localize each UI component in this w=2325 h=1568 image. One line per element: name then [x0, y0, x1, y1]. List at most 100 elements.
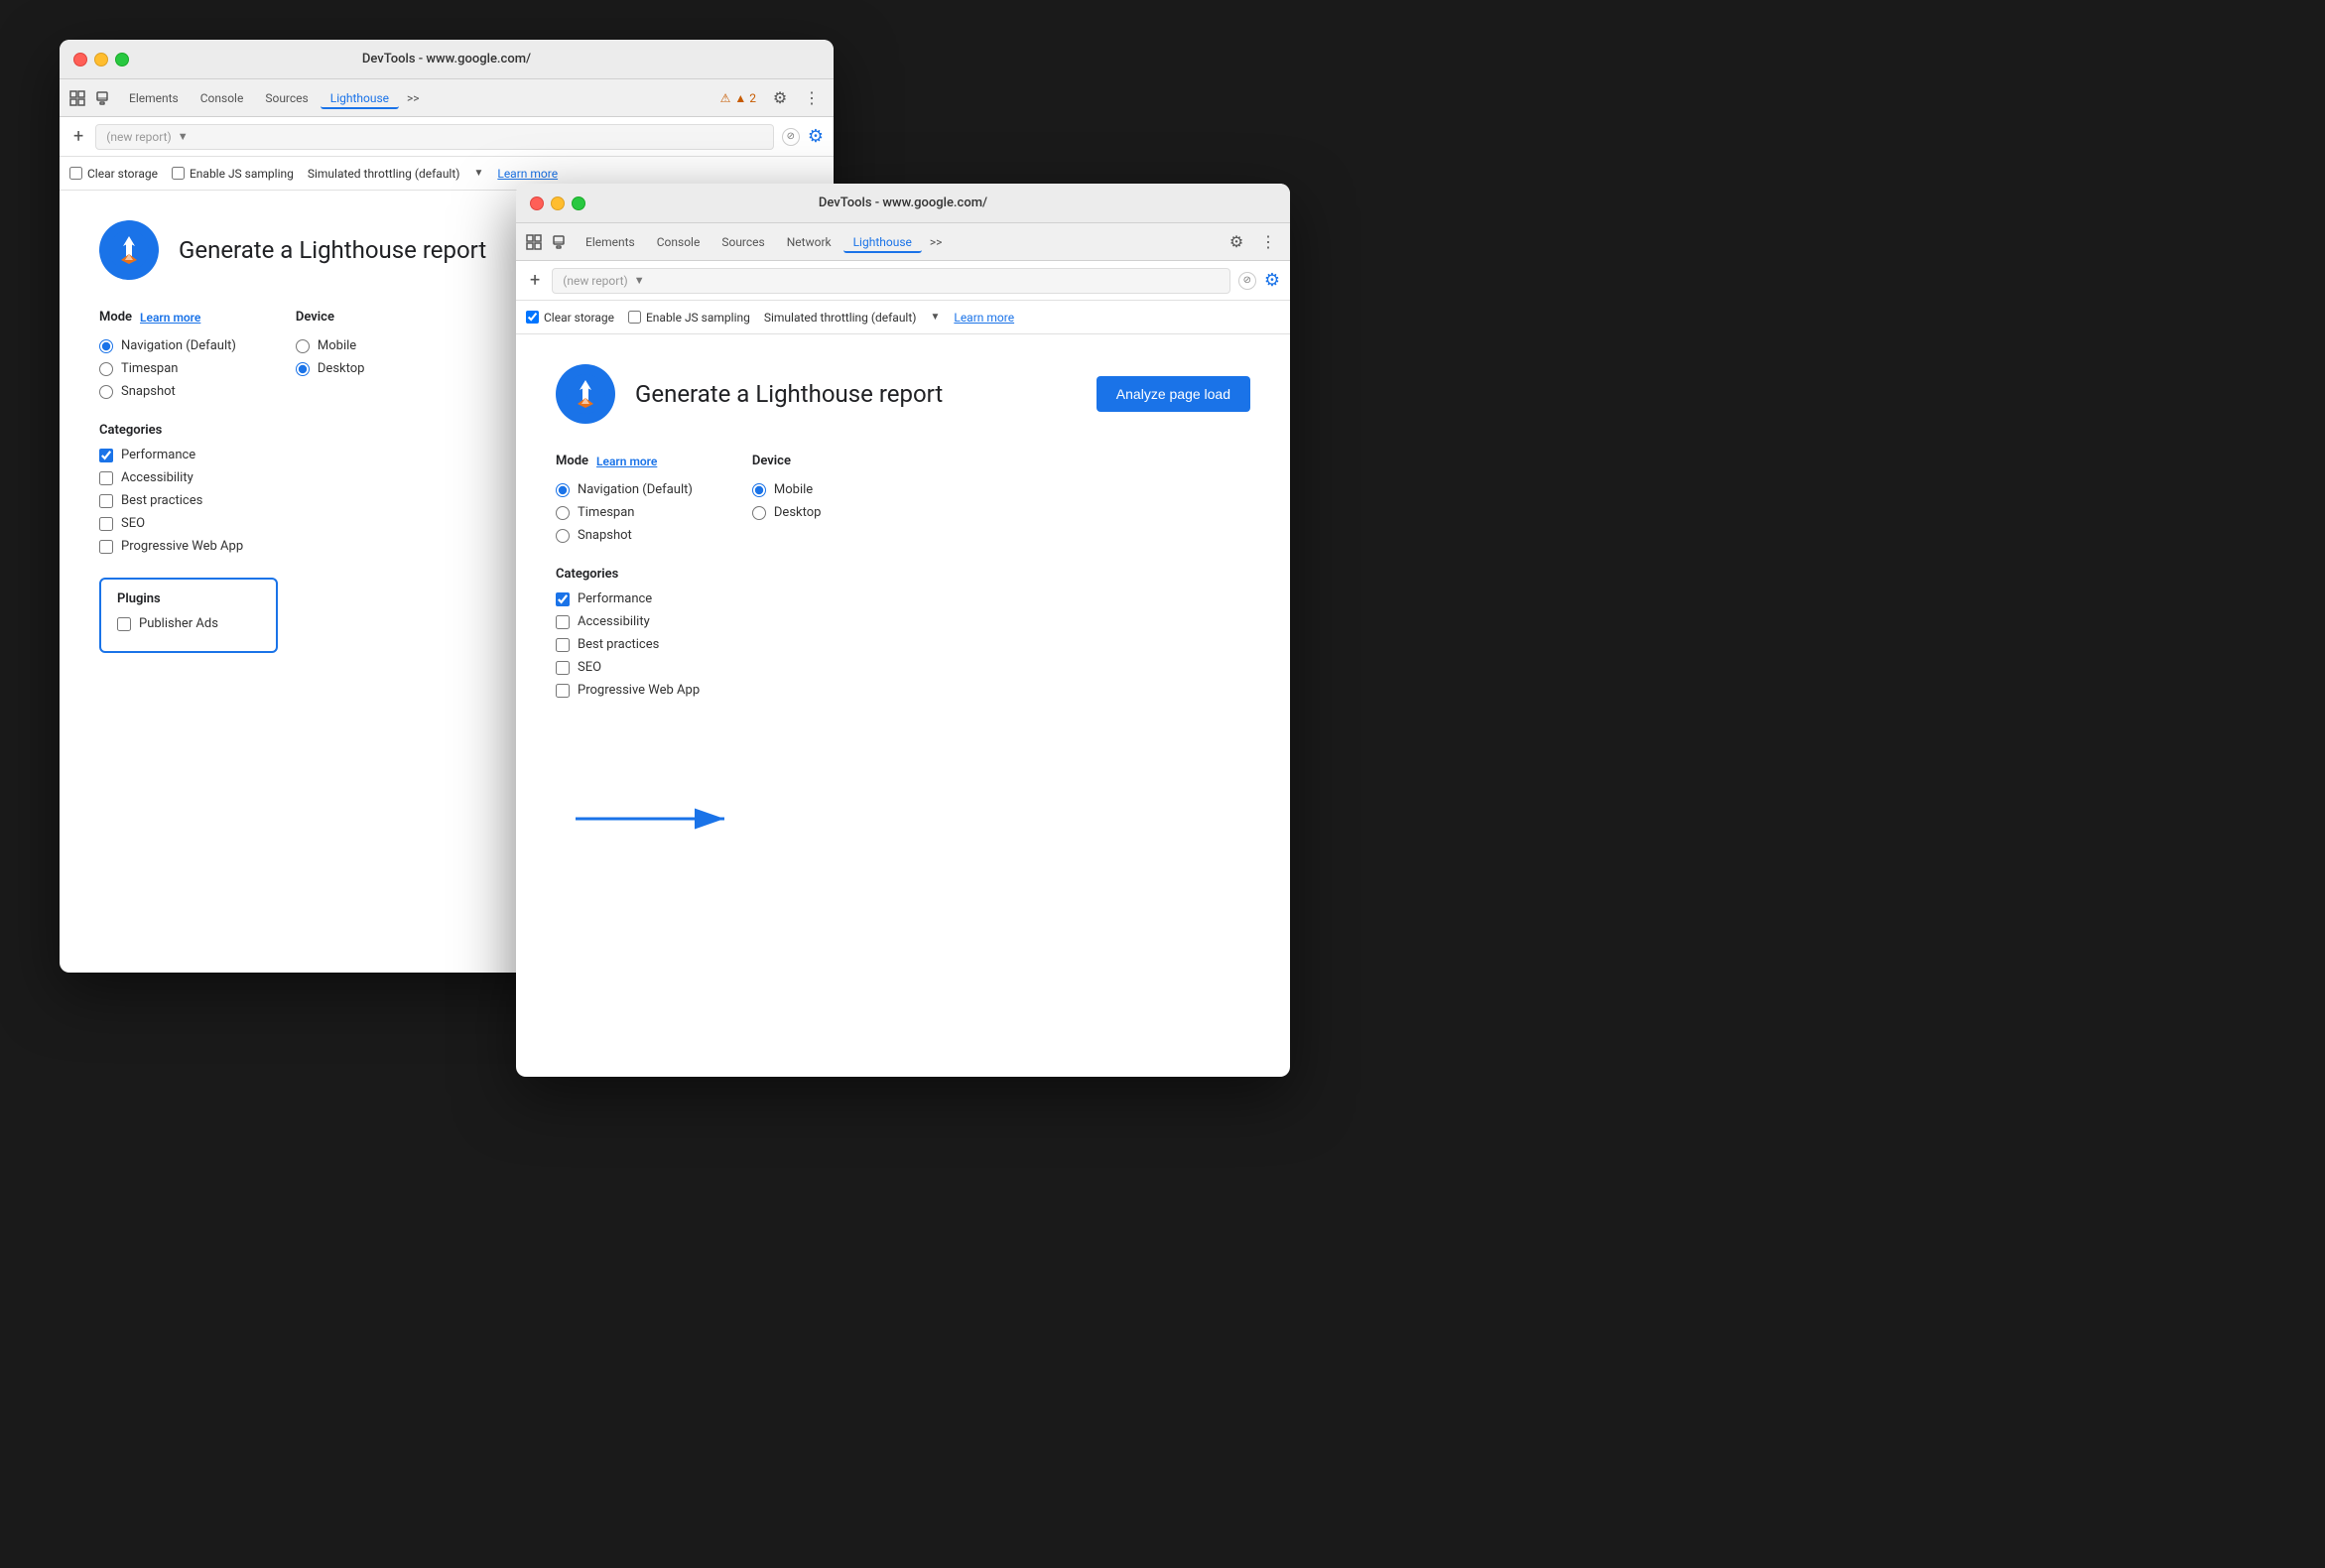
more-icon-2[interactable]: ⋮ [1254, 228, 1282, 256]
throttling-text-1: Simulated throttling (default) [308, 167, 460, 181]
tab-console-1[interactable]: Console [191, 87, 254, 109]
plugin-publisher-ads-1[interactable]: Publisher Ads [117, 616, 260, 631]
mode-learn-more-1[interactable]: Learn more [140, 311, 200, 325]
devtools-window-2: DevTools - www.google.com/ Elements Cons… [516, 184, 1290, 1077]
device-mobile-1[interactable]: Mobile [296, 338, 365, 353]
mode-snapshot-2[interactable]: Snapshot [556, 528, 693, 543]
cat-pwa-2[interactable]: Progressive Web App [556, 683, 1250, 698]
clear-storage-checkbox-2[interactable] [526, 311, 539, 324]
cat-seo-checkbox-2[interactable] [556, 661, 570, 675]
gear-icon-1[interactable]: ⚙ [808, 126, 824, 147]
gear-icon-2[interactable]: ⚙ [1264, 270, 1280, 291]
dropdown-arrow-1: ▼ [178, 130, 189, 143]
tab-more-2[interactable]: >> [924, 231, 949, 253]
cat-pwa-checkbox-1[interactable] [99, 540, 113, 554]
cat-performance-checkbox-2[interactable] [556, 592, 570, 606]
window-title-2: DevTools - www.google.com/ [819, 196, 987, 210]
more-icon-1[interactable]: ⋮ [798, 84, 826, 112]
mode-nav-2[interactable]: Navigation (Default) [556, 482, 693, 497]
inspect-icon-1[interactable] [67, 88, 87, 108]
clear-report-btn-1[interactable]: ⊘ [782, 128, 800, 146]
cat-best-practices-2[interactable]: Best practices [556, 637, 1250, 652]
enable-js-label-1[interactable]: Enable JS sampling [172, 167, 294, 181]
device-desktop-radio-2[interactable] [752, 506, 766, 520]
warning-icon-1: ⚠ [720, 91, 731, 105]
throttling-arrow-1[interactable]: ▼ [473, 168, 483, 179]
page-title-2: Generate a Lighthouse report [635, 380, 943, 408]
mode-timespan-radio-2[interactable] [556, 506, 570, 520]
device-icon-1[interactable] [93, 88, 113, 108]
add-report-btn-1[interactable]: + [69, 124, 87, 149]
tab-elements-2[interactable]: Elements [576, 231, 645, 253]
mode-nav-radio-1[interactable] [99, 339, 113, 353]
cat-best-practices-checkbox-1[interactable] [99, 494, 113, 508]
tab-console-2[interactable]: Console [647, 231, 710, 253]
cat-seo-checkbox-1[interactable] [99, 517, 113, 531]
mode-snapshot-radio-1[interactable] [99, 385, 113, 399]
mode-nav-radio-2[interactable] [556, 483, 570, 497]
maximize-button-2[interactable] [572, 196, 585, 210]
dropdown-arrow-2: ▼ [634, 274, 645, 287]
traffic-lights-1 [73, 53, 129, 66]
window-title-1: DevTools - www.google.com/ [362, 52, 531, 66]
inspect-icon-2[interactable] [524, 232, 544, 252]
clear-storage-label-2[interactable]: Clear storage [526, 311, 614, 325]
main-content-2: Generate a Lighthouse report Analyze pag… [516, 334, 1290, 751]
device-desktop-radio-1[interactable] [296, 362, 310, 376]
plugin-publisher-ads-checkbox-1[interactable] [117, 617, 131, 631]
cat-best-practices-checkbox-2[interactable] [556, 638, 570, 652]
mode-timespan-2[interactable]: Timespan [556, 505, 693, 520]
clear-storage-label-1[interactable]: Clear storage [69, 167, 158, 181]
mode-timespan-1[interactable]: Timespan [99, 361, 236, 376]
mode-nav-1[interactable]: Navigation (Default) [99, 338, 236, 353]
tab-sources-2[interactable]: Sources [711, 231, 774, 253]
close-button-1[interactable] [73, 53, 87, 66]
mode-timespan-radio-1[interactable] [99, 362, 113, 376]
cat-accessibility-2[interactable]: Accessibility [556, 614, 1250, 629]
analyze-btn-2[interactable]: Analyze page load [1097, 376, 1250, 412]
report-placeholder-1: (new report) [106, 130, 171, 144]
enable-js-label-2[interactable]: Enable JS sampling [628, 311, 750, 325]
learn-more-link-2[interactable]: Learn more [954, 311, 1014, 325]
throttling-arrow-2[interactable]: ▼ [930, 312, 940, 323]
cat-pwa-checkbox-2[interactable] [556, 684, 570, 698]
settings-icon-1[interactable]: ⚙ [766, 84, 794, 112]
tab-icons-1: ⚙ ⋮ [766, 84, 826, 112]
mode-snapshot-radio-2[interactable] [556, 529, 570, 543]
cat-accessibility-checkbox-1[interactable] [99, 471, 113, 485]
mode-snapshot-1[interactable]: Snapshot [99, 384, 236, 399]
cat-performance-checkbox-1[interactable] [99, 449, 113, 462]
device-icon-2[interactable] [550, 232, 570, 252]
enable-js-checkbox-1[interactable] [172, 167, 185, 180]
tab-network-2[interactable]: Network [777, 231, 841, 253]
close-button-2[interactable] [530, 196, 544, 210]
report-input-1[interactable]: (new report) ▼ [95, 124, 774, 150]
tab-lighthouse-1[interactable]: Lighthouse [321, 87, 399, 109]
minimize-button-1[interactable] [94, 53, 108, 66]
cat-seo-2[interactable]: SEO [556, 660, 1250, 675]
device-desktop-2[interactable]: Desktop [752, 505, 822, 520]
cat-performance-2[interactable]: Performance [556, 591, 1250, 606]
arrow-connector [556, 789, 754, 849]
mode-label-1: Mode Learn more [99, 310, 236, 325]
maximize-button-1[interactable] [115, 53, 129, 66]
device-mobile-radio-2[interactable] [752, 483, 766, 497]
tab-lighthouse-2[interactable]: Lighthouse [843, 231, 922, 253]
mode-learn-more-2[interactable]: Learn more [596, 455, 657, 468]
device-desktop-1[interactable]: Desktop [296, 361, 365, 376]
tab-more-1[interactable]: >> [401, 87, 426, 109]
clear-storage-checkbox-1[interactable] [69, 167, 82, 180]
tab-sources-1[interactable]: Sources [255, 87, 318, 109]
report-input-2[interactable]: (new report) ▼ [552, 268, 1230, 294]
device-mobile-radio-1[interactable] [296, 339, 310, 353]
device-label-2: Device [752, 454, 822, 468]
add-report-btn-2[interactable]: + [526, 268, 544, 293]
learn-more-link-1[interactable]: Learn more [497, 167, 558, 181]
minimize-button-2[interactable] [551, 196, 565, 210]
device-mobile-2[interactable]: Mobile [752, 482, 822, 497]
cat-accessibility-checkbox-2[interactable] [556, 615, 570, 629]
enable-js-checkbox-2[interactable] [628, 311, 641, 324]
tab-elements-1[interactable]: Elements [119, 87, 189, 109]
clear-report-btn-2[interactable]: ⊘ [1238, 272, 1256, 290]
settings-icon-2[interactable]: ⚙ [1223, 228, 1250, 256]
